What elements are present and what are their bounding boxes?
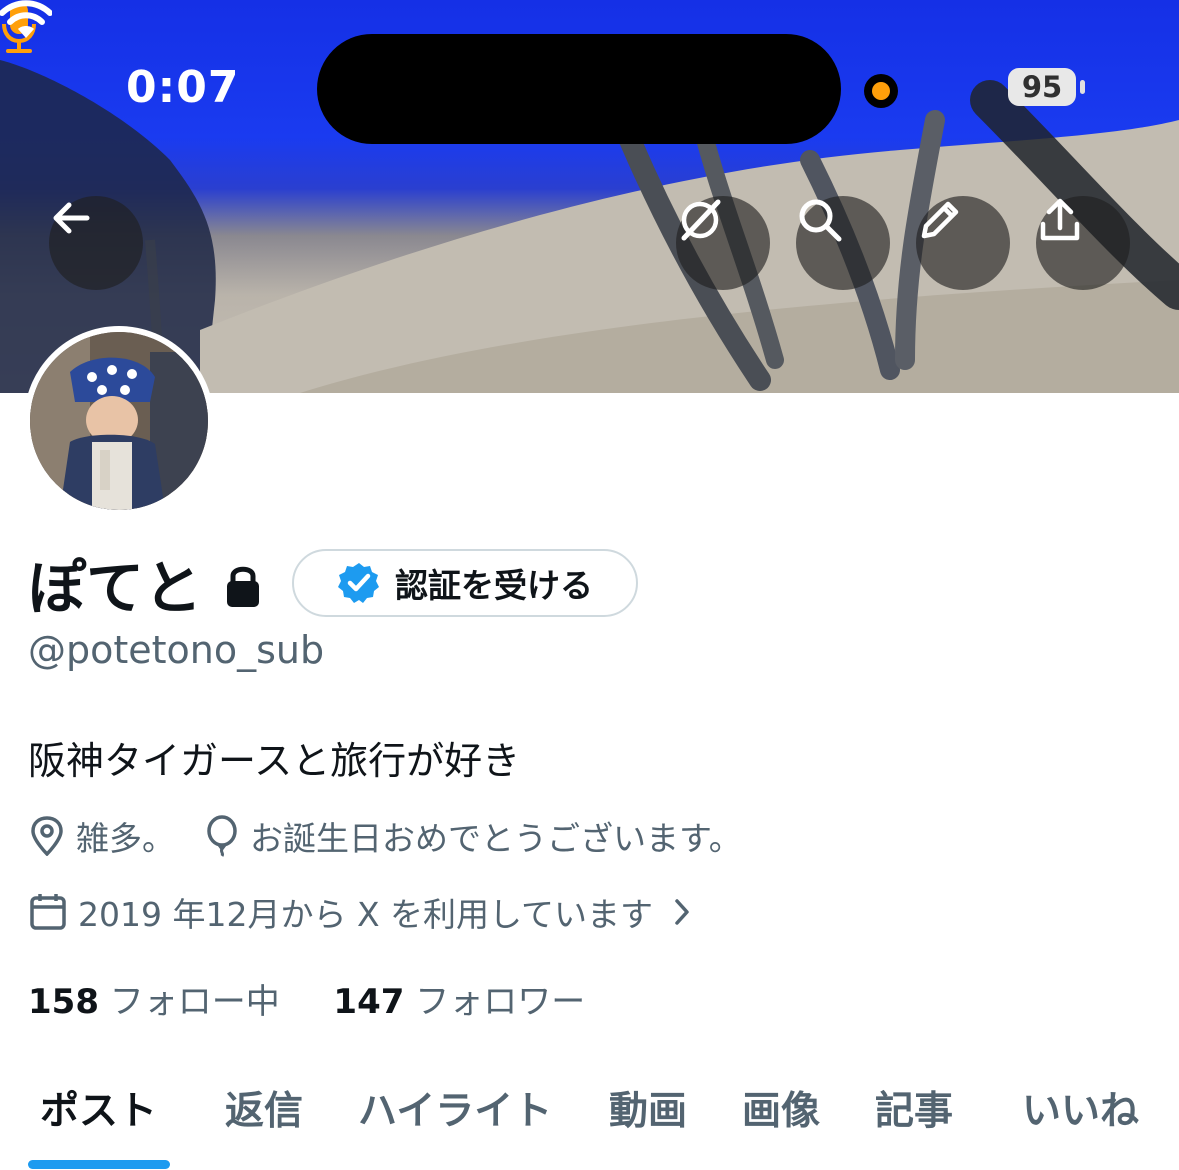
- chevron-right-icon: [675, 899, 689, 925]
- tab-images[interactable]: 画像: [742, 1080, 820, 1136]
- share-icon: [1040, 198, 1080, 241]
- following-count: 158: [28, 982, 99, 1022]
- profile-avatar[interactable]: [24, 326, 214, 516]
- following-link[interactable]: 158 フォロー中: [28, 982, 280, 1022]
- active-tab-indicator: [28, 1160, 170, 1169]
- back-arrow-icon: [53, 202, 90, 234]
- grok-button[interactable]: [676, 196, 770, 290]
- tab-posts[interactable]: ポスト: [40, 1080, 157, 1136]
- birthday-text: お誕生日おめでとうございます。: [250, 819, 742, 858]
- search-icon: [799, 199, 842, 242]
- profile-birthday: お誕生日おめでとうございます。: [204, 812, 742, 860]
- followers-label: フォロワー: [415, 982, 586, 1022]
- get-verified-button[interactable]: 認証を受ける: [292, 549, 638, 617]
- get-verified-label: 認証を受ける: [395, 566, 593, 605]
- user-handle: @potetono_sub: [28, 628, 325, 672]
- status-bar-time: 0:07: [126, 62, 240, 113]
- display-name: ぽてと: [28, 554, 203, 622]
- avatar-photo: [30, 332, 208, 510]
- tab-replies[interactable]: 返信: [225, 1080, 303, 1136]
- profile-location: 雑多。: [28, 812, 175, 860]
- battery-cap: [1080, 80, 1085, 94]
- location-text: 雑多。: [76, 819, 175, 858]
- joined-text: 2019 年12月から X を利用しています: [78, 895, 654, 934]
- grok-icon: [681, 199, 721, 241]
- profile-joined[interactable]: 2019 年12月から X を利用しています: [28, 888, 707, 936]
- tab-likes[interactable]: いいね: [1022, 1080, 1139, 1136]
- share-button[interactable]: [1036, 196, 1130, 290]
- followers-link[interactable]: 147 フォロワー: [333, 982, 585, 1022]
- calendar-icon: [30, 894, 66, 930]
- wifi-icon: [0, 0, 52, 38]
- following-label: フォロー中: [109, 982, 280, 1022]
- profile-bio: 阪神タイガースと旅行が好き: [28, 739, 521, 783]
- search-button[interactable]: [796, 196, 890, 290]
- lock-icon: [227, 566, 260, 607]
- balloon-icon: [207, 815, 237, 857]
- battery-level: 95: [1008, 68, 1076, 106]
- recording-indicator: [864, 74, 898, 108]
- tab-articles[interactable]: 記事: [875, 1080, 953, 1136]
- follow-stats: 158 フォロー中 147 フォロワー: [28, 974, 585, 1023]
- followers-count: 147: [333, 982, 405, 1022]
- dynamic-island: [317, 34, 841, 144]
- verified-badge-icon: [338, 563, 379, 603]
- profile-banner[interactable]: 0:07 95: [0, 0, 1179, 393]
- profile-name-row: ぽてと: [28, 548, 262, 622]
- back-button[interactable]: [49, 196, 143, 290]
- pencil-icon: [921, 201, 959, 239]
- tab-highlights[interactable]: ハイライト: [358, 1080, 552, 1136]
- location-pin-icon: [31, 816, 63, 856]
- edit-button[interactable]: [916, 196, 1010, 290]
- tab-videos[interactable]: 動画: [609, 1080, 687, 1136]
